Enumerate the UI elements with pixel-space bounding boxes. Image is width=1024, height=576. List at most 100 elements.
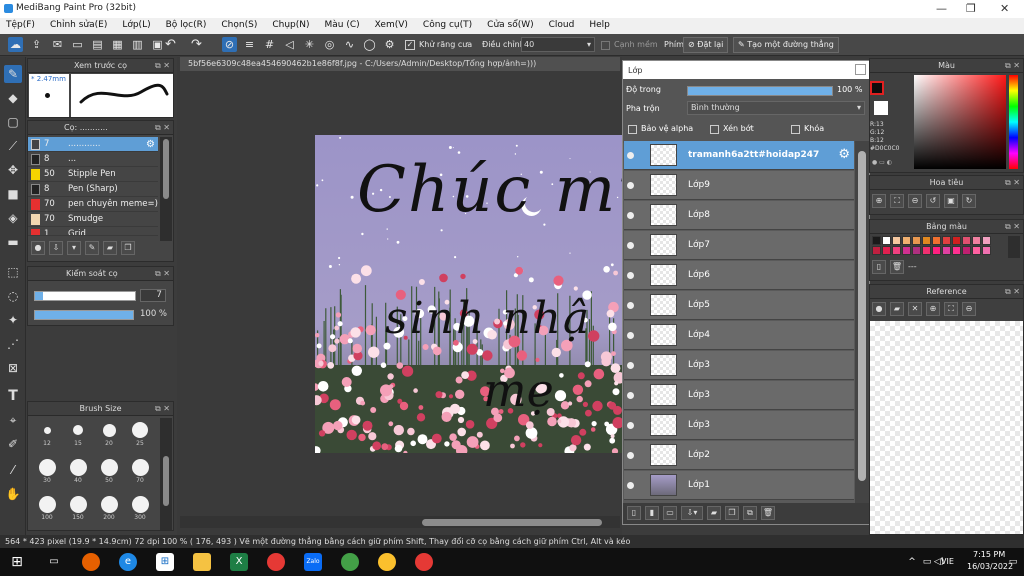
palette-swatch[interactable] [902,236,911,245]
brush-size-option[interactable]: 20 [94,420,124,447]
palette-swatch[interactable] [872,246,881,255]
minimize-button[interactable]: — [936,2,947,15]
layer-row[interactable]: Lớp2 [624,441,854,470]
layer-visibility-icon[interactable] [627,362,634,369]
brush-edit-icon[interactable]: ✎ [85,241,99,255]
layer-visibility-icon[interactable] [627,422,634,429]
brush-add-icon[interactable]: ● [31,241,45,255]
brush-size-option[interactable]: 30 [32,457,62,484]
palette-swatch[interactable] [962,246,971,255]
document-tab[interactable]: 5bf56e6309c48ea454690462b1e86f8f.jpg - C… [180,57,620,71]
palette-swatch[interactable] [882,236,891,245]
add-layer-menu-icon[interactable]: ⇩▾ [681,506,703,520]
select-eraser-icon[interactable]: ⊠ [4,359,22,377]
brush-size-option[interactable]: 12 [32,420,62,447]
ref-close-icon[interactable]: ✕ [908,302,922,316]
perspective-icon[interactable]: ◁ [282,37,297,52]
ref-zoom-out-icon[interactable]: ⊖ [962,302,976,316]
grid-icon[interactable]: ▥ [130,37,145,52]
firefox-icon[interactable] [82,553,100,571]
ellipse-ruler-icon[interactable]: ◯ [362,37,377,52]
menu-edit[interactable]: Chỉnh sửa(E) [50,18,107,34]
text-tool-icon[interactable]: T [4,387,22,405]
radial-icon[interactable]: ✳ [302,37,317,52]
nav-zoom-in-icon[interactable]: ⊕ [872,194,886,208]
antialias-checkbox[interactable]: ✓ [405,40,415,50]
reference-canvas[interactable] [870,321,1023,534]
explorer-icon[interactable] [193,553,211,571]
nav-rotate-left-icon[interactable]: ↺ [926,194,940,208]
store-icon[interactable]: ⊞ [156,553,174,571]
palette-swatch[interactable] [982,246,991,255]
windows-start-icon[interactable]: ⊞ [8,553,26,571]
palette-delete-icon[interactable]: 🗑 [890,260,904,274]
select-rect-icon[interactable]: ⬚ [4,263,22,281]
canvas-h-scrollbar[interactable] [180,516,620,528]
layer-visibility-icon[interactable] [627,302,634,309]
palette-swatch[interactable] [932,246,941,255]
brush-tool-icon[interactable]: ✎ [4,65,22,83]
layer-visibility-icon[interactable] [627,452,634,459]
palette-swatch[interactable] [872,236,881,245]
layer-row[interactable]: Lớp7 [624,231,854,260]
menu-color[interactable]: Màu (C) [325,18,360,34]
bucket-tool-icon[interactable]: ◈ [4,209,22,227]
close-button[interactable]: ✕ [1000,2,1009,15]
palette-swatch[interactable] [952,246,961,255]
notification-icon[interactable]: ▭ [1004,553,1022,571]
nav-fit-icon[interactable]: ⛶ [890,194,904,208]
palette-swatch[interactable] [892,236,901,245]
language-indicator[interactable]: VIE [941,557,954,566]
palette-swatch[interactable] [942,246,951,255]
lock-checkbox[interactable] [791,125,800,134]
brush-menu-icon[interactable]: ▾ [67,241,81,255]
palette-swatch[interactable] [882,246,891,255]
merge-layer-icon[interactable]: ⧉ [743,506,757,520]
layer-visibility-icon[interactable] [627,212,634,219]
brush-size-option[interactable]: 150 [63,494,93,521]
palette-swatch[interactable] [922,246,931,255]
brush-item[interactable]: 1 Grid [28,227,158,236]
line-tool-icon[interactable]: ⟋ [4,137,22,155]
brush-size-option[interactable]: 15 [63,420,93,447]
brush-item[interactable]: 8... [28,152,158,167]
chrome-icon[interactable] [267,553,285,571]
layer-row[interactable]: Lớp8 [624,201,854,230]
palette-swatch[interactable] [972,236,981,245]
background-color-swatch[interactable] [874,101,888,115]
brush-item[interactable]: 70 pen chuyên meme=) [28,197,158,212]
brush-folder-icon[interactable]: ▰ [103,241,117,255]
pages-icon[interactable]: ▦ [110,37,125,52]
message-icon[interactable]: ▭ [70,37,85,52]
nav-zoom-out-icon[interactable]: ⊖ [908,194,922,208]
palette-swatch[interactable] [962,236,971,245]
hand-tool-icon[interactable]: ✋ [4,485,22,503]
hue-slider[interactable] [1009,75,1018,169]
menu-layer[interactable]: Lớp(L) [122,18,150,34]
layer-folder-icon[interactable]: ▰ [707,506,721,520]
brush-item[interactable]: 50 Stipple Pen [28,167,158,182]
zalo-icon[interactable]: Zalo [304,553,322,571]
magic-wand-icon[interactable]: ✦ [4,311,22,329]
palette-scrollbar[interactable] [1008,236,1020,258]
comment-icon[interactable]: ✉ [50,37,65,52]
parallel-ruler-icon[interactable]: ≡ [242,37,257,52]
layer-scrollbar[interactable] [855,141,869,503]
concentric-icon[interactable]: ◎ [322,37,337,52]
layer-opacity-slider[interactable] [687,86,833,96]
no-ruler-icon[interactable]: ⊘ [222,37,237,52]
palette-swatch[interactable] [932,236,941,245]
palette-swatch[interactable] [912,246,921,255]
excel-icon[interactable]: X [230,553,248,571]
fill-rect-tool-icon[interactable]: ■ [4,185,22,203]
brush-size-option[interactable]: 200 [94,494,124,521]
menu-file[interactable]: Tệp(F) [6,18,35,34]
layer-visibility-icon[interactable] [627,272,634,279]
layer-row[interactable]: Lớp3 [624,381,854,410]
menu-window[interactable]: Cửa sổ(W) [487,18,533,34]
brush-size-option[interactable]: 300 [125,494,155,521]
palette-swatch[interactable] [952,236,961,245]
delete-layer-icon[interactable]: 🗑 [761,506,775,520]
brush-size-value[interactable]: 7 [140,289,166,302]
layer-visibility-icon[interactable] [627,332,634,339]
